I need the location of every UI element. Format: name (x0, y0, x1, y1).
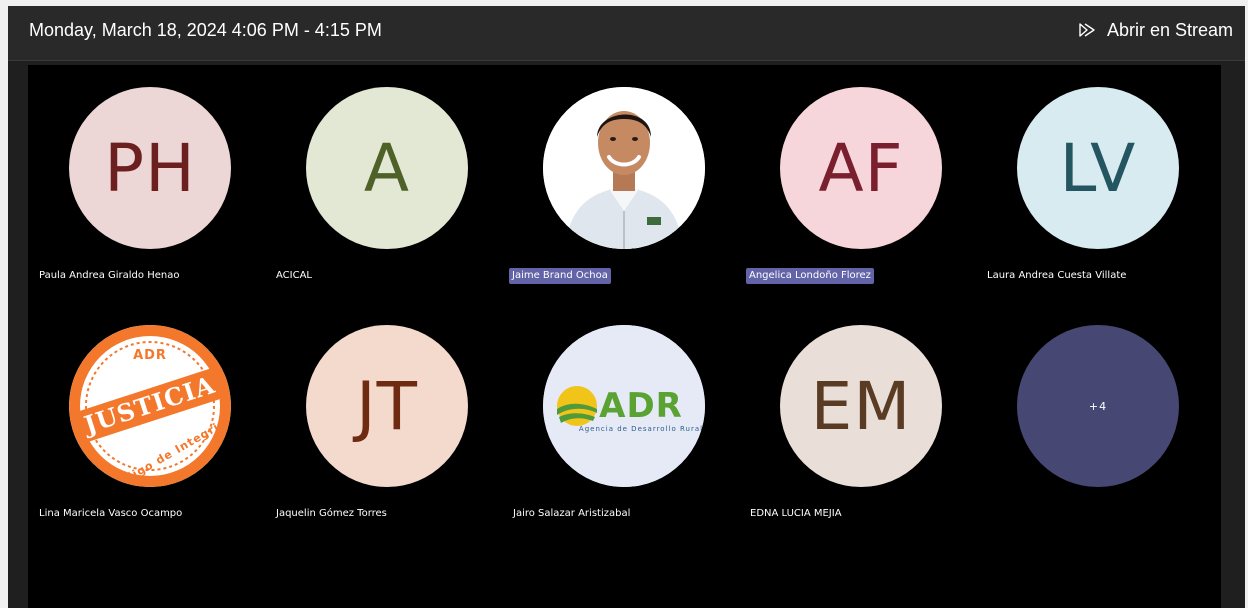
participant-name: Angelica Londoño Florez (746, 268, 874, 284)
adr-logo-text: ADR (599, 386, 683, 426)
avatar-initials: EM (810, 367, 912, 445)
stream-icon (1077, 20, 1097, 40)
participant-tile[interactable]: EM EDNA LUCIA MEJIA (739, 303, 969, 523)
avatar-initials: JT (356, 367, 418, 445)
avatar-initials: LV (1059, 129, 1137, 207)
avatar-initials: AF (818, 129, 904, 207)
participant-name: Paula Andrea Giraldo Henao (39, 270, 180, 281)
person-photo-icon (543, 87, 705, 249)
avatar: PH (69, 87, 231, 249)
adr-agency-logo: ADR Agencia de Desarrollo Rural (543, 325, 705, 487)
avatar-logo: ADR JUSTICIA Código de Integridad (69, 325, 231, 487)
participant-name: Jairo Salazar Aristizabal (513, 508, 631, 519)
participant-tile[interactable]: Jaime Brand Ochoa (502, 65, 732, 285)
participant-tile[interactable]: ADR JUSTICIA Código de Integridad Lina M… (28, 303, 258, 523)
justicia-seal-logo: ADR JUSTICIA Código de Integridad (69, 325, 231, 487)
participant-name: ACICAL (276, 270, 312, 281)
participant-tile[interactable]: PH Paula Andrea Giraldo Henao (28, 65, 258, 285)
participant-name: Jaquelin Gómez Torres (276, 508, 387, 519)
avatar-logo: ADR Agencia de Desarrollo Rural (543, 325, 705, 487)
avatar-photo (543, 87, 705, 249)
participant-name: Laura Andrea Cuesta Villate (987, 270, 1127, 281)
avatar: AF (780, 87, 942, 249)
participant-tile[interactable]: JT Jaquelin Gómez Torres (265, 303, 495, 523)
avatar: EM (780, 325, 942, 487)
open-in-stream-button[interactable]: Abrir en Stream (1077, 16, 1233, 44)
participant-tile[interactable]: LV Laura Andrea Cuesta Villate (976, 65, 1206, 285)
open-in-stream-label: Abrir en Stream (1106, 19, 1233, 40)
more-participants-count: +4 (1088, 399, 1108, 413)
avatar-initials: A (363, 129, 411, 207)
overflow-tile[interactable]: +4 (976, 303, 1206, 523)
participant-tile[interactable]: ADR Agencia de Desarrollo Rural Jairo Sa… (502, 303, 732, 523)
participant-tile[interactable]: AF Angelica Londoño Florez (739, 65, 969, 285)
more-participants-button[interactable]: +4 (1017, 325, 1179, 487)
avatar-initials: PH (104, 129, 196, 207)
avatar: JT (306, 325, 468, 487)
avatar: LV (1017, 87, 1179, 249)
meeting-date-title: Monday, March 18, 2024 4:06 PM - 4:15 PM (29, 20, 382, 40)
meeting-recording-window: Monday, March 18, 2024 4:06 PM - 4:15 PM… (8, 6, 1245, 608)
participant-name: Lina Maricela Vasco Ocampo (39, 508, 183, 519)
header-bar: Monday, March 18, 2024 4:06 PM - 4:15 PM… (8, 6, 1245, 61)
participant-name: EDNA LUCIA MEJIA (750, 508, 842, 519)
avatar: A (306, 87, 468, 249)
participant-name: Jaime Brand Ochoa (509, 268, 611, 284)
participant-tile[interactable]: A ACICAL (265, 65, 495, 285)
participant-gallery: PH Paula Andrea Giraldo Henao A ACICAL J… (28, 65, 1221, 608)
adr-logo-subtitle: Agencia de Desarrollo Rural (579, 425, 703, 433)
seal-top-text: ADR (133, 348, 167, 363)
